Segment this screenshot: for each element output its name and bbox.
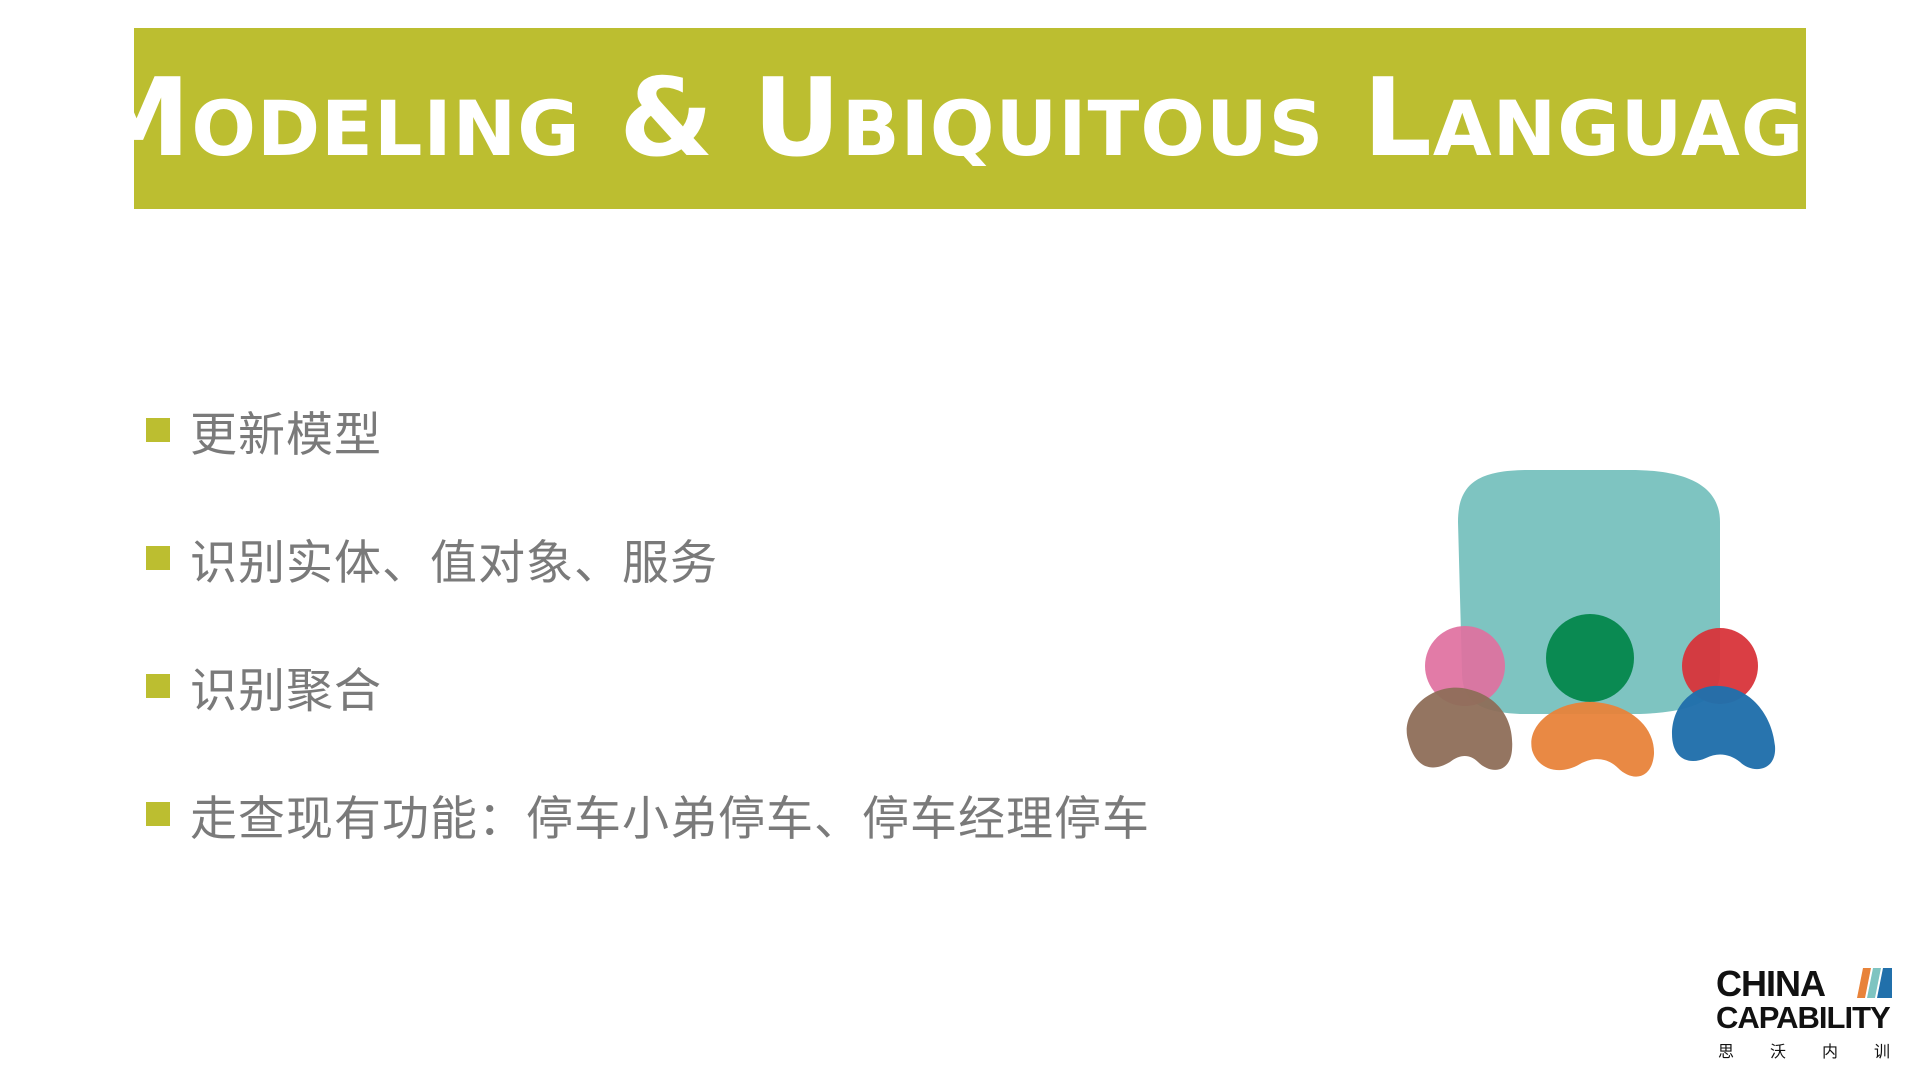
- bullet-square-icon: [146, 674, 170, 698]
- china-capability-logo: CHINA CAPABILITY 思 沃 内 训: [1716, 963, 1892, 1061]
- bullet-item: 更新模型: [146, 400, 382, 463]
- logo-line-2: CAPABILITY: [1716, 1000, 1891, 1035]
- bullet-text: 识别实体、值对象、服务: [190, 535, 718, 591]
- bullet-text: 更新模型: [190, 407, 382, 463]
- logo-chinese-subtitle: 思 沃 内 训: [1718, 1038, 1890, 1062]
- title-banner: Modeling & Ubiquitous Language: [83, 28, 1856, 209]
- bullet-text: 走查现有功能：停车小弟停车、停车经理停车: [190, 791, 1150, 847]
- slide-title: Modeling & Ubiquitous Language: [82, 55, 1858, 181]
- bullet-item: 走查现有功能：停车小弟停车、停车经理停车: [146, 784, 1150, 847]
- person-body-blue: [1672, 685, 1776, 770]
- logo-cn-char: 沃: [1769, 1042, 1786, 1061]
- person-head-green: [1546, 614, 1634, 702]
- logo-cn-char: 思: [1718, 1042, 1735, 1061]
- team-discussion-icon: [1406, 470, 1776, 777]
- bullet-item: 识别实体、值对象、服务: [146, 528, 718, 591]
- bullet-square-icon: [146, 802, 170, 826]
- bullet-text: 识别聚合: [190, 663, 382, 719]
- logo-line-1: CHINA: [1716, 963, 1826, 1004]
- bullet-square-icon: [146, 418, 170, 442]
- bullet-square-icon: [146, 546, 170, 570]
- logo-cn-char: 训: [1873, 1042, 1890, 1061]
- logo-cn-char: 内: [1821, 1042, 1838, 1061]
- bullet-item: 识别聚合: [146, 656, 382, 719]
- logo-mark-icon: [1857, 968, 1892, 998]
